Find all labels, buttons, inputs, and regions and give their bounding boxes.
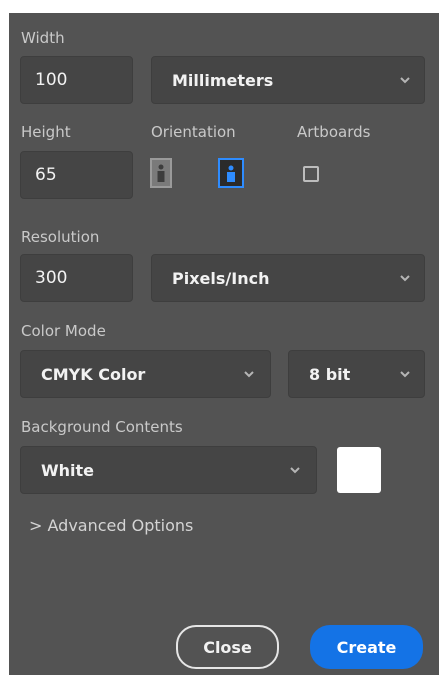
create-button[interactable]: Create <box>310 625 423 669</box>
new-document-panel: Width 100 Millimeters Height Orientation… <box>9 13 439 675</box>
chevron-down-icon <box>400 77 410 84</box>
advanced-options-toggle[interactable]: > Advanced Options <box>29 517 193 535</box>
width-unit-select[interactable]: Millimeters <box>151 56 425 104</box>
resolution-unit-select[interactable]: Pixels/Inch <box>151 254 425 302</box>
artboards-label: Artboards <box>297 123 371 141</box>
width-unit-value: Millimeters <box>172 70 274 90</box>
resolution-value: 300 <box>35 268 68 288</box>
height-label: Height <box>21 123 71 141</box>
chevron-down-icon <box>244 371 254 378</box>
color-mode-value: CMYK Color <box>41 364 146 384</box>
background-contents-select[interactable]: White <box>20 446 317 494</box>
color-mode-select[interactable]: CMYK Color <box>20 350 271 398</box>
width-label: Width <box>21 29 65 47</box>
background-color-swatch[interactable] <box>337 447 381 493</box>
chevron-down-icon <box>290 467 300 474</box>
portrait-icon <box>157 164 165 182</box>
resolution-input[interactable]: 300 <box>20 254 133 302</box>
artboards-checkbox[interactable] <box>303 166 319 182</box>
chevron-down-icon <box>400 275 410 282</box>
height-value: 65 <box>35 165 57 185</box>
bit-depth-select[interactable]: 8 bit <box>288 350 425 398</box>
width-input[interactable]: 100 <box>20 56 133 104</box>
background-contents-label: Background Contents <box>21 418 183 436</box>
resolution-label: Resolution <box>21 228 100 246</box>
height-input[interactable]: 65 <box>20 151 133 199</box>
resolution-unit-value: Pixels/Inch <box>172 268 270 288</box>
landscape-icon <box>227 165 235 182</box>
width-value: 100 <box>35 70 68 90</box>
orientation-label: Orientation <box>151 123 236 141</box>
background-contents-value: White <box>41 460 95 480</box>
color-mode-label: Color Mode <box>21 322 106 340</box>
orientation-landscape-button[interactable] <box>218 158 244 188</box>
orientation-portrait-button[interactable] <box>150 158 172 188</box>
close-button[interactable]: Close <box>176 625 279 669</box>
bit-depth-value: 8 bit <box>309 364 351 384</box>
chevron-down-icon <box>400 371 410 378</box>
